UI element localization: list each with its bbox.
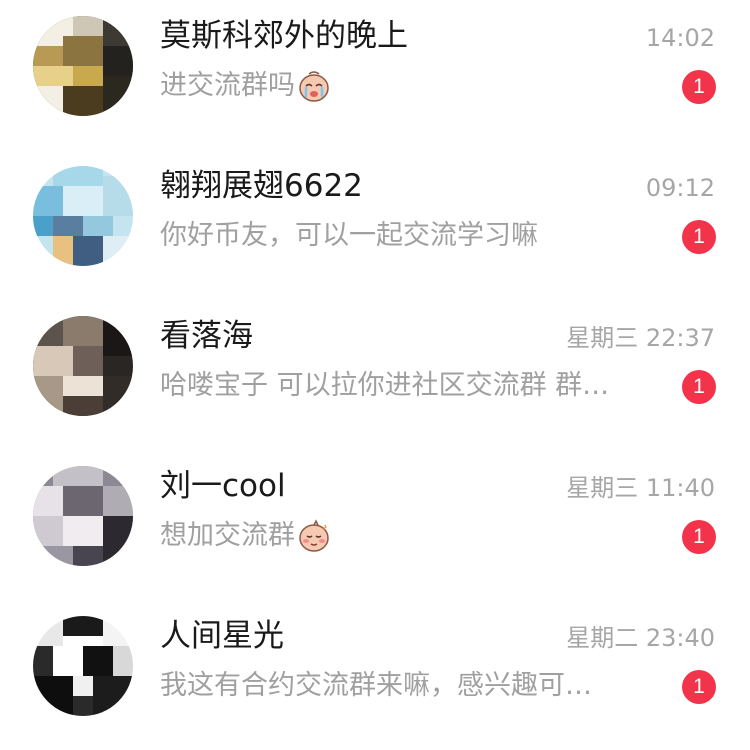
avatar[interactable] xyxy=(33,316,133,416)
message-preview: 哈喽宝子 可以拉你进社区交流群 群… xyxy=(160,366,609,406)
pixelated-avatar-image xyxy=(33,166,133,266)
avatar[interactable] xyxy=(33,16,133,116)
contact-name: 翱翔展翅6622 xyxy=(160,168,363,204)
conversation-item[interactable]: 刘一cool 星期三 11:40 想加交流群 1 xyxy=(0,450,750,600)
unread-badge: 1 xyxy=(682,70,716,104)
contact-name: 刘一cool xyxy=(160,468,286,504)
pixelated-avatar-image xyxy=(33,316,133,416)
shy-face-emoji-icon xyxy=(297,519,331,553)
message-preview-text: 想加交流群 xyxy=(160,520,295,551)
conversation-item[interactable]: 人间星光 星期二 23:40 我这有合约交流群来嘛，感兴趣可… 1 xyxy=(0,600,750,750)
message-preview: 我这有合约交流群来嘛，感兴趣可… xyxy=(160,666,592,706)
message-preview-text: 你好币友，可以一起交流学习嘛 xyxy=(160,220,538,251)
message-preview-text: 进交流群吗 xyxy=(160,70,295,101)
message-time: 星期三 11:40 xyxy=(566,474,715,502)
unread-badge: 1 xyxy=(682,220,716,254)
pixelated-avatar-image xyxy=(33,16,133,116)
pixelated-avatar-image xyxy=(33,616,133,716)
conversation-item[interactable]: 翱翔展翅6622 09:12 你好币友，可以一起交流学习嘛 1 xyxy=(0,150,750,300)
unread-badge: 1 xyxy=(682,520,716,554)
crying-face-emoji-icon xyxy=(297,69,331,103)
message-time: 星期二 23:40 xyxy=(566,624,715,652)
pixelated-avatar-image xyxy=(33,466,133,566)
contact-name: 人间星光 xyxy=(160,618,284,654)
message-time: 星期三 22:37 xyxy=(566,324,715,352)
message-preview: 进交流群吗 xyxy=(160,66,331,106)
contact-name: 看落海 xyxy=(160,318,253,354)
contact-name: 莫斯科郊外的晚上 xyxy=(160,18,408,54)
message-preview: 想加交流群 xyxy=(160,516,331,556)
unread-badge: 1 xyxy=(682,670,716,704)
unread-badge: 1 xyxy=(682,370,716,404)
avatar[interactable] xyxy=(33,616,133,716)
message-preview-text: 我这有合约交流群来嘛，感兴趣可… xyxy=(160,670,592,701)
conversation-item[interactable]: 看落海 星期三 22:37 哈喽宝子 可以拉你进社区交流群 群… 1 xyxy=(0,300,750,450)
avatar[interactable] xyxy=(33,166,133,266)
message-time: 09:12 xyxy=(645,174,715,202)
message-time: 14:02 xyxy=(645,24,715,52)
message-preview-text: 哈喽宝子 可以拉你进社区交流群 群… xyxy=(160,370,610,401)
conversation-item[interactable]: 莫斯科郊外的晚上 14:02 进交流群吗 1 xyxy=(0,0,750,150)
avatar[interactable] xyxy=(33,466,133,566)
conversation-list: 莫斯科郊外的晚上 14:02 进交流群吗 1 翱翔展翅6622 09:12 你好… xyxy=(0,0,750,720)
message-preview: 你好币友，可以一起交流学习嘛 xyxy=(160,216,538,256)
